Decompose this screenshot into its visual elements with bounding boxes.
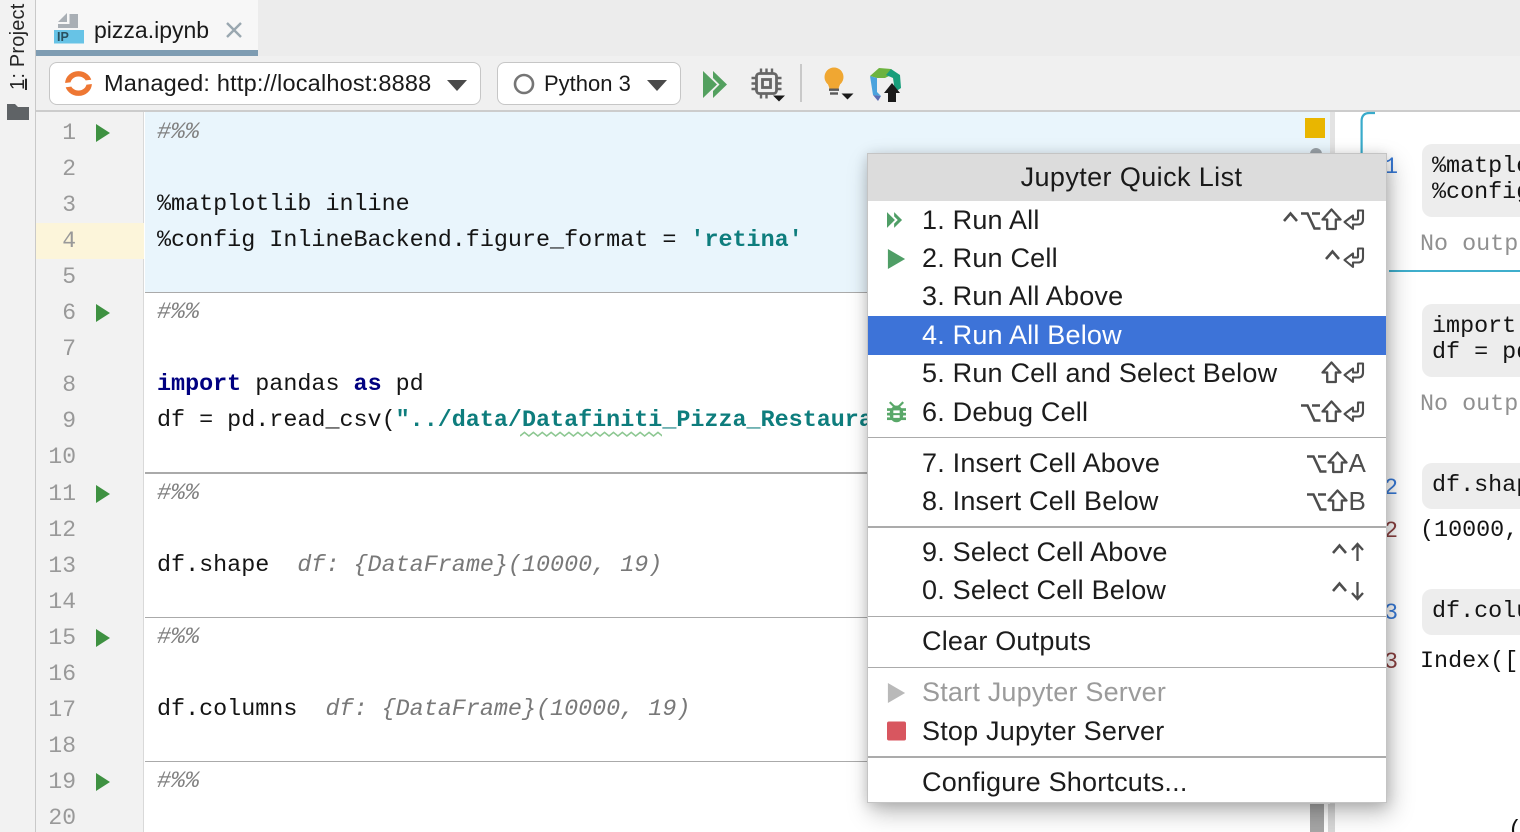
svg-text:IP: IP <box>57 30 69 44</box>
